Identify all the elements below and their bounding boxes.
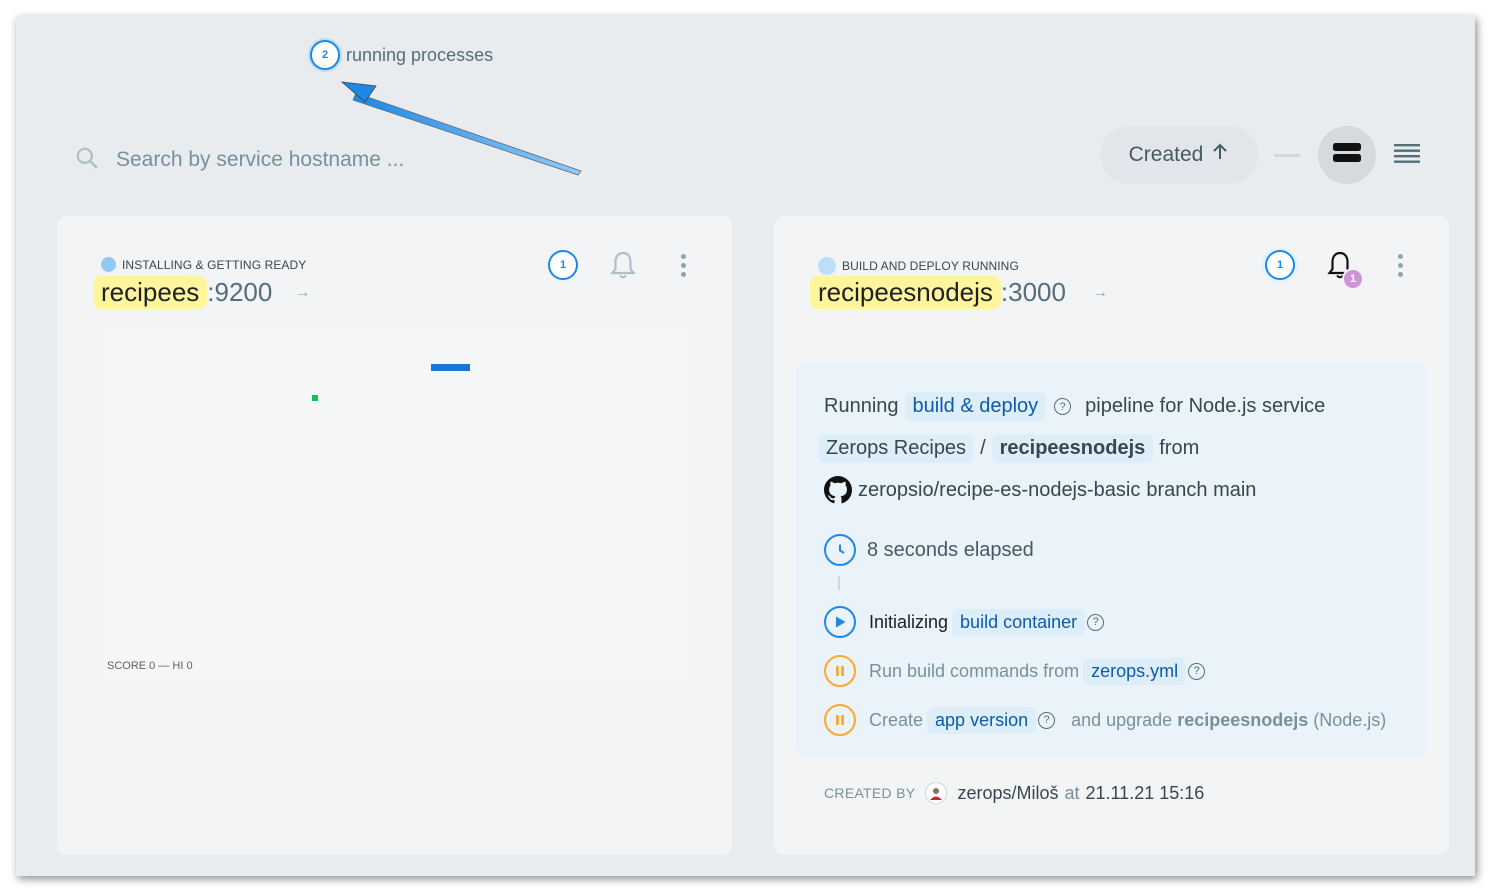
pipeline-running-text: Running bbox=[824, 395, 899, 417]
running-processes-label: running processes bbox=[346, 44, 494, 65]
pipeline-step-build-commands: Run build commands from zerops.yml ? bbox=[824, 655, 1206, 687]
pipeline-step-initializing: Initializing build container ? bbox=[824, 606, 1105, 638]
step-text: Create bbox=[869, 709, 924, 730]
search-bar[interactable] bbox=[74, 142, 494, 178]
step-text: Initializing bbox=[869, 611, 949, 632]
pipeline-repo-line: zeropsio/recipe-es-nodejs-basic branch m… bbox=[824, 476, 1256, 504]
pause-icon bbox=[824, 704, 856, 736]
service-hostname: recipeesnodejs bbox=[810, 276, 1001, 309]
step-text: Run build commands from bbox=[869, 660, 1080, 681]
help-icon[interactable]: ? bbox=[1188, 662, 1206, 680]
build-container-link[interactable]: build container bbox=[952, 608, 1086, 636]
path-separator: / bbox=[980, 437, 986, 459]
more-options-icon[interactable] bbox=[677, 250, 689, 280]
elapsed-text: 8 seconds elapsed bbox=[867, 538, 1034, 561]
pause-icon bbox=[824, 655, 856, 687]
sort-label: Created bbox=[1128, 143, 1204, 166]
service-hostname: recipees bbox=[93, 276, 208, 309]
github-icon bbox=[824, 476, 852, 504]
pipeline-step-create-version: Create app version ? and upgrade recipee… bbox=[824, 704, 1386, 736]
arrow-right-icon: → bbox=[294, 283, 311, 301]
notification-count-badge: 1 bbox=[1342, 268, 1364, 290]
project-link[interactable]: Zerops Recipes bbox=[818, 434, 975, 463]
toolbar-divider bbox=[1274, 154, 1300, 157]
created-by: CREATED BY zerops/Miloš at 21.11.21 15:1… bbox=[824, 782, 1204, 804]
app-frame: 2 running processes Created bbox=[16, 16, 1475, 876]
elapsed-time: 8 seconds elapsed bbox=[824, 534, 1034, 566]
zerops-yml-link[interactable]: zerops.yml bbox=[1083, 657, 1187, 685]
more-options-icon[interactable] bbox=[1394, 250, 1406, 280]
branch-text: branch main bbox=[1146, 478, 1257, 501]
step-connector bbox=[838, 576, 840, 590]
help-icon[interactable]: ? bbox=[1054, 398, 1072, 415]
created-date: 21.11.21 15:16 bbox=[1085, 782, 1205, 803]
pipeline-description: Running build & deploy ? pipeline for No… bbox=[824, 392, 1325, 421]
pipeline-for-text: pipeline for Node.js service bbox=[1085, 395, 1326, 417]
card-view-button[interactable] bbox=[1318, 126, 1376, 184]
step-and-text: and upgrade bbox=[1071, 709, 1173, 730]
from-text: from bbox=[1159, 437, 1200, 459]
help-icon[interactable]: ? bbox=[1087, 613, 1105, 631]
play-icon bbox=[824, 606, 856, 638]
created-by-user: zerops/Miloš bbox=[957, 782, 1059, 803]
process-count-badge[interactable]: 2 bbox=[310, 40, 340, 70]
service-status: INSTALLING & GETTING READY bbox=[101, 257, 306, 272]
service-status: BUILD AND DEPLOY RUNNING bbox=[818, 257, 1019, 275]
process-count-button[interactable]: 1 bbox=[548, 250, 578, 280]
repository-link[interactable]: zeropsio/recipe-es-nodejs-basic bbox=[858, 479, 1140, 502]
loading-mini-game[interactable]: SCORE 0 — HI 0 bbox=[101, 331, 687, 681]
process-count-button[interactable]: 1 bbox=[1265, 250, 1295, 280]
list-view-icon bbox=[1394, 143, 1420, 170]
step-service-name: recipeesnodejs bbox=[1177, 709, 1309, 730]
list-view-button[interactable] bbox=[1392, 143, 1422, 170]
arrow-right-icon: → bbox=[1091, 283, 1108, 301]
created-by-label: CREATED BY bbox=[824, 785, 916, 801]
notifications-bell-icon[interactable] bbox=[608, 250, 638, 280]
game-score: SCORE 0 — HI 0 bbox=[107, 660, 193, 672]
service-link[interactable]: recipeesnodejs bbox=[991, 434, 1154, 463]
help-icon[interactable]: ? bbox=[1038, 711, 1056, 729]
status-dot-icon bbox=[818, 257, 836, 275]
search-icon bbox=[74, 145, 100, 176]
game-obstacle bbox=[431, 364, 470, 371]
service-port: :9200 bbox=[207, 277, 273, 307]
app-version-link[interactable]: app version bbox=[927, 706, 1037, 734]
game-player bbox=[312, 395, 318, 401]
running-processes-indicator[interactable]: 2 running processes bbox=[310, 40, 493, 70]
pipeline-project-line: Zerops Recipes / recipeesnodejs from bbox=[818, 434, 1200, 463]
avatar bbox=[925, 782, 948, 804]
sort-created-button[interactable]: Created bbox=[1100, 126, 1258, 184]
status-text: BUILD AND DEPLOY RUNNING bbox=[842, 259, 1019, 273]
status-dot-icon bbox=[101, 257, 116, 272]
service-port: :3000 bbox=[1000, 277, 1066, 307]
arrow-up-icon bbox=[1211, 143, 1229, 167]
status-text: INSTALLING & GETTING READY bbox=[122, 257, 307, 272]
created-at-word: at bbox=[1064, 782, 1080, 803]
pipeline-panel: Running build & deploy ? pipeline for No… bbox=[796, 362, 1426, 757]
service-hostname-link[interactable]: recipeesnodejs :3000 → bbox=[810, 276, 1108, 309]
build-deploy-link[interactable]: build & deploy bbox=[904, 392, 1047, 421]
search-input[interactable] bbox=[116, 148, 476, 172]
service-card-recipees[interactable]: INSTALLING & GETTING READY recipees :920… bbox=[57, 216, 732, 855]
service-card-recipeesnodejs[interactable]: BUILD AND DEPLOY RUNNING recipeesnodejs … bbox=[774, 216, 1449, 855]
annotation-arrow bbox=[340, 81, 582, 176]
step-service-type: (Node.js) bbox=[1313, 709, 1387, 730]
card-view-icon bbox=[1333, 142, 1361, 169]
service-hostname-link[interactable]: recipees :9200 → bbox=[93, 276, 310, 309]
clock-icon bbox=[824, 534, 856, 566]
